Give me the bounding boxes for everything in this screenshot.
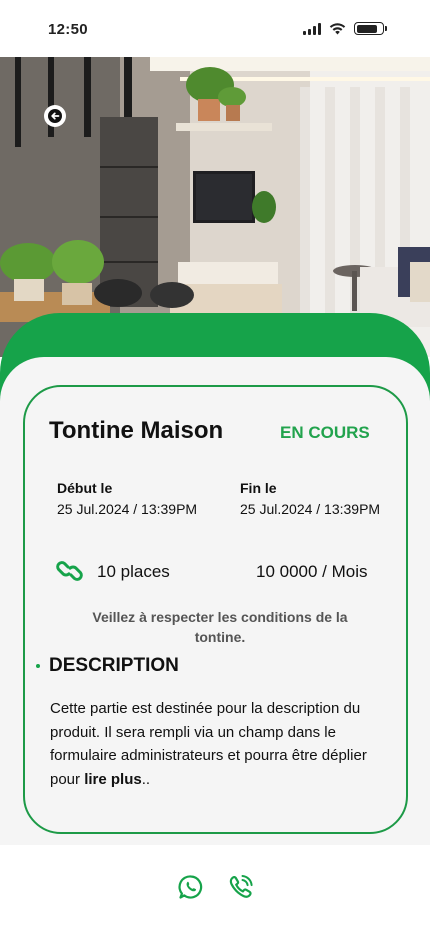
living-room-photo xyxy=(0,57,430,357)
link-icon xyxy=(56,561,83,581)
heading-bullet xyxy=(36,664,40,668)
back-button[interactable] xyxy=(44,105,66,127)
battery-icon xyxy=(354,22,387,35)
end-date-value: 25 Jul.2024 / 13:39PM xyxy=(240,501,381,517)
conditions-notice: Veillez à respecter les conditions de la… xyxy=(92,609,348,645)
read-more-link[interactable]: lire plus xyxy=(84,771,142,788)
arrow-left-icon xyxy=(48,109,62,123)
start-date-label: Début le xyxy=(57,480,113,496)
price-per-month: 10 0000 / Mois xyxy=(256,562,368,581)
end-date-label: Fin le xyxy=(240,480,277,496)
bottom-action-bar xyxy=(0,845,430,932)
status-icons xyxy=(303,22,387,35)
status-time: 12:50 xyxy=(48,21,88,38)
phone-call-icon[interactable] xyxy=(228,874,254,900)
description-ending: .. xyxy=(141,770,151,788)
tontine-title: Tontine Maison xyxy=(49,417,224,444)
places-count: 10 places xyxy=(97,562,170,581)
hero-image xyxy=(0,57,430,357)
status-badge: EN COURS xyxy=(280,423,370,442)
description-text: Cette partie est destinée pour la descri… xyxy=(50,697,390,791)
signal-icon xyxy=(303,22,321,35)
description-heading: DESCRIPTION xyxy=(49,655,179,676)
whatsapp-icon[interactable] xyxy=(178,874,204,900)
status-bar: 12:50 xyxy=(0,0,430,57)
start-date-value: 25 Jul.2024 / 13:39PM xyxy=(57,501,198,517)
wifi-icon xyxy=(329,22,346,34)
